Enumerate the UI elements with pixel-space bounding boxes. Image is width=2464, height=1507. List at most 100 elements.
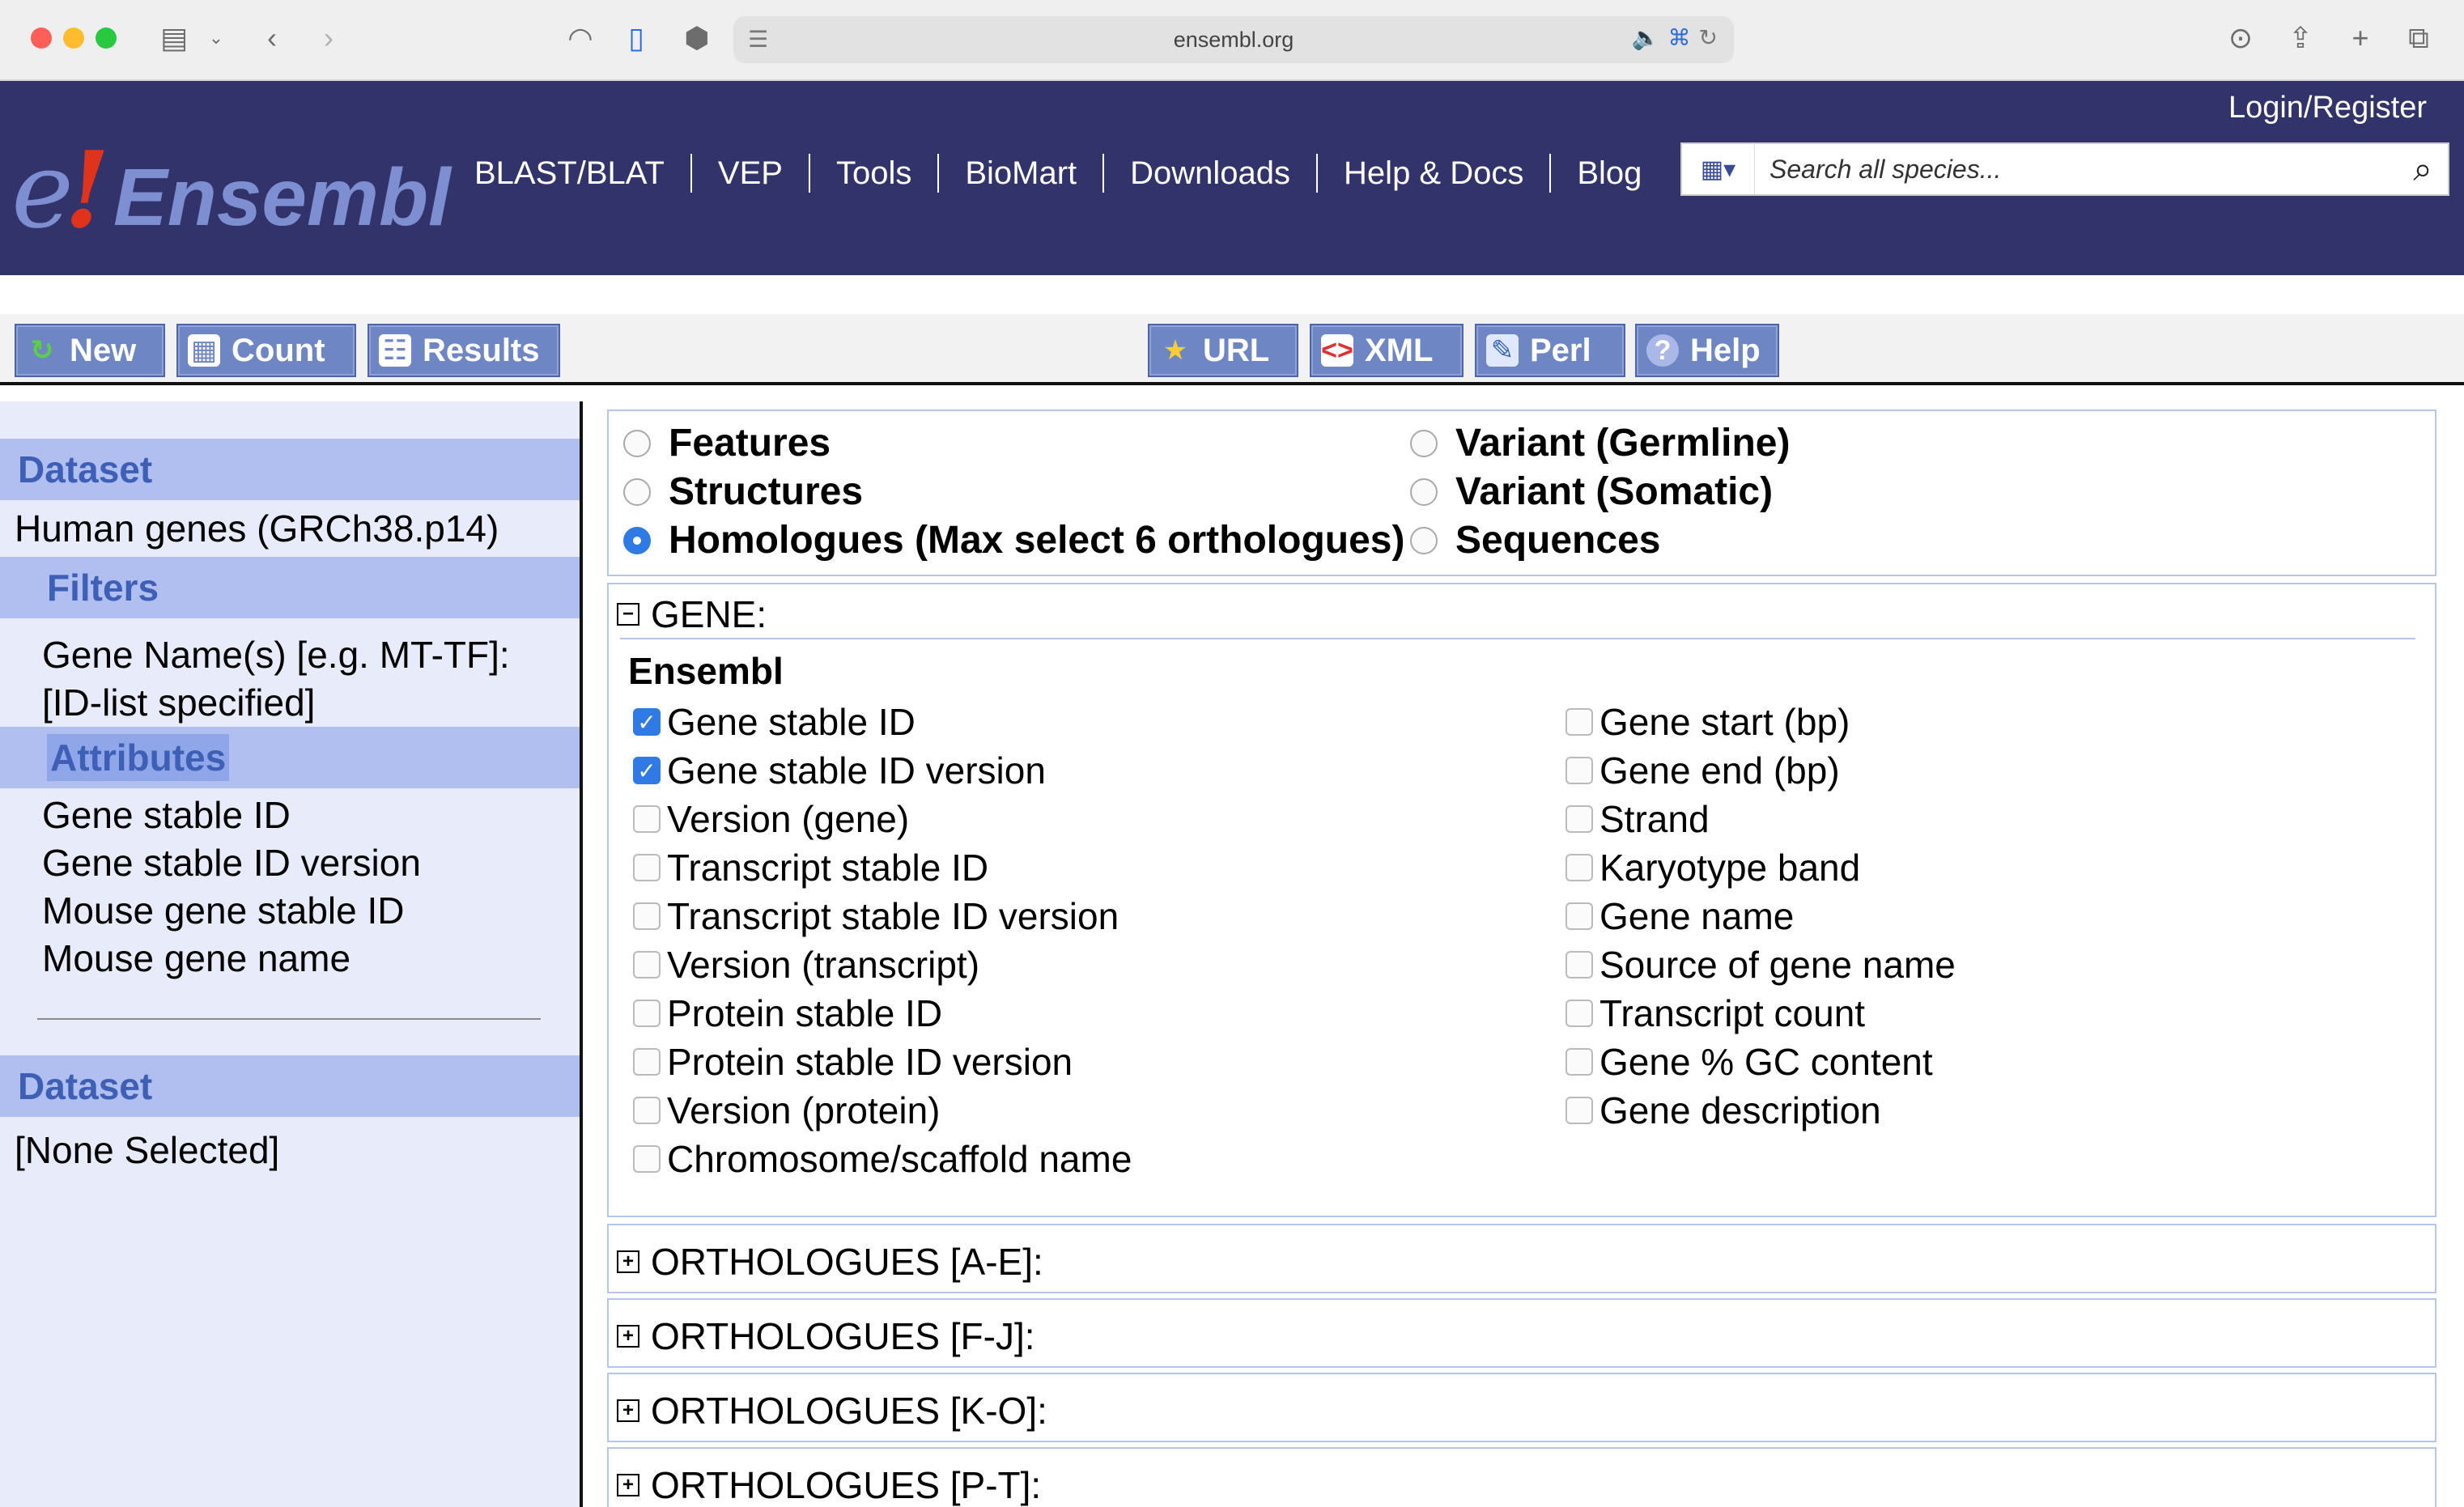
attribute-page-option[interactable]: Structures [623,469,863,514]
collapse-icon[interactable]: − [617,603,639,626]
new-tab-icon[interactable]: + [2343,18,2378,58]
search-icon[interactable]: ⌕ [2398,144,2448,194]
sidebar-toggle-icon[interactable]: ▤ [154,18,194,58]
checkbox[interactable] [633,902,661,930]
checkbox[interactable] [1565,1000,1593,1027]
nav-vep[interactable]: VEP [690,154,809,193]
nav-blog[interactable]: Blog [1549,154,1667,193]
species-selector-icon[interactable]: ▦▾ [1682,144,1755,194]
reload-icon[interactable]: ↻ [1699,24,1718,51]
forward-icon[interactable]: › [312,18,345,58]
checkbox[interactable] [633,951,661,978]
attribute-option[interactable]: Transcript stable ID version [633,892,1132,940]
expand-icon[interactable]: + [617,1325,639,1348]
orthologues-f-j-section[interactable]: + ORTHOLOGUES [F-J]: [607,1298,2436,1368]
attribute-option[interactable]: Transcript count [1565,989,1956,1038]
back-icon[interactable]: ‹ [256,18,288,58]
orthologues-p-t-section[interactable]: + ORTHOLOGUES [P-T]: [607,1447,2436,1507]
orthologues-k-o-section[interactable]: + ORTHOLOGUES [K-O]: [607,1373,2436,1442]
attribute-option[interactable]: Gene start (bp) [1565,698,1956,746]
dataset-value[interactable]: Human genes (GRCh38.p14) [0,500,580,557]
url-button[interactable]: ★ URL [1148,324,1298,377]
tab-overview-icon[interactable]: ⧉ [2401,18,2436,58]
structures-radio[interactable] [623,478,651,506]
checkbox[interactable] [633,854,661,881]
checkbox[interactable] [1565,902,1593,930]
attribute-option[interactable]: Version (gene) [633,795,1132,843]
checkbox[interactable] [633,1145,661,1173]
login-register-link[interactable]: Login/Register [2228,91,2427,125]
checkbox[interactable] [1565,1048,1593,1076]
section-header[interactable]: + ORTHOLOGUES [A-E]: [617,1240,1043,1284]
attribute-page-option[interactable]: Variant (Germline) [1410,421,1790,465]
checkbox[interactable] [1565,708,1593,736]
privacy-shield-icon[interactable]: ⬢ [677,18,717,58]
orthologues-a-e-section[interactable]: + ORTHOLOGUES [A-E]: [607,1224,2436,1293]
chevron-down-icon[interactable]: ⌄ [204,18,228,58]
checkbox[interactable] [1565,854,1593,881]
attribute-option[interactable]: ✓ Gene stable ID [633,698,1132,746]
expand-icon[interactable]: + [617,1250,639,1273]
zoom-window-button[interactable] [96,28,117,49]
attribute-option[interactable]: Strand [1565,795,1956,843]
attribute-option[interactable]: Karyotype band [1565,843,1956,892]
section-header[interactable]: + ORTHOLOGUES [P-T]: [617,1463,1041,1507]
gene-section-header[interactable]: − GENE: [617,592,767,636]
checkbox[interactable] [633,805,661,833]
page-menu-icon[interactable]: ☰ [748,26,775,53]
sequences-radio[interactable] [1410,526,1438,554]
attribute-option[interactable]: ✓ Gene stable ID version [633,746,1132,795]
nav-blast[interactable]: BLAST/BLAT [474,154,690,193]
attribute-option[interactable]: Source of gene name [1565,940,1956,989]
checkbox-checked[interactable]: ✓ [633,708,661,736]
document-icon[interactable]: ▯ [618,18,654,58]
attribute-option[interactable]: Gene description [1565,1086,1956,1135]
checkbox[interactable] [1565,757,1593,784]
minimize-window-button[interactable] [63,28,84,49]
count-button[interactable]: ▦ Count [176,324,356,377]
checkbox[interactable] [633,1048,661,1076]
dataset-heading[interactable]: Dataset [0,439,580,500]
attribute-option[interactable]: Version (transcript) [633,940,1132,989]
new-button[interactable]: ↻ New [15,324,165,377]
expand-icon[interactable]: + [617,1474,639,1496]
nav-downloads[interactable]: Downloads [1102,154,1316,193]
attribute-option[interactable]: Gene end (bp) [1565,746,1956,795]
results-button[interactable]: ☷ Results [367,324,560,377]
homologues-radio[interactable] [623,526,651,554]
audio-icon[interactable]: 🔈 [1632,24,1660,51]
section-header[interactable]: + ORTHOLOGUES [K-O]: [617,1389,1047,1433]
share-icon[interactable]: ⇪ [2283,18,2318,58]
close-window-button[interactable] [31,28,52,49]
expand-icon[interactable]: + [617,1399,639,1422]
variant-somatic-radio[interactable] [1410,478,1438,506]
variant-germline-radio[interactable] [1410,429,1438,457]
ensembl-logo[interactable]: e ! Ensembl [11,113,451,244]
xml-button[interactable]: <> XML [1310,324,1464,377]
attribute-page-option[interactable]: Sequences [1410,518,1660,562]
attribute-page-option[interactable]: Variant (Somatic) [1410,469,1773,514]
address-bar[interactable]: ☰ ensembl.org 🔈 ⌘ ↻ [733,16,1734,63]
rss-icon[interactable]: ◠ [560,18,601,58]
nav-help-docs[interactable]: Help & Docs [1316,154,1549,193]
attribute-option[interactable]: Gene name [1565,892,1956,940]
attributes-heading[interactable]: Attributes [0,727,580,788]
section-header[interactable]: + ORTHOLOGUES [F-J]: [617,1314,1035,1358]
attribute-option[interactable]: Gene % GC content [1565,1038,1956,1086]
checkbox[interactable] [1565,805,1593,833]
second-dataset-heading[interactable]: Dataset [0,1055,580,1117]
features-radio[interactable] [623,429,651,457]
attribute-page-option[interactable]: Homologues (Max select 6 orthologues) [623,518,1404,562]
nav-tools[interactable]: Tools [808,154,937,193]
downloads-icon[interactable]: ⊙ [2223,18,2258,58]
help-button[interactable]: ? Help [1635,324,1779,377]
checkbox[interactable] [1565,951,1593,978]
nav-biomart[interactable]: BioMart [937,154,1102,193]
checkbox[interactable] [633,1097,661,1124]
second-dataset-value[interactable]: [None Selected] [0,1117,580,1174]
search-input[interactable]: Search all species... [1755,155,2398,185]
translate-icon[interactable]: ⌘ [1668,24,1691,51]
filters-heading[interactable]: Filters [0,557,580,618]
checkbox[interactable] [1565,1097,1593,1124]
attribute-page-option[interactable]: Features [623,421,831,465]
